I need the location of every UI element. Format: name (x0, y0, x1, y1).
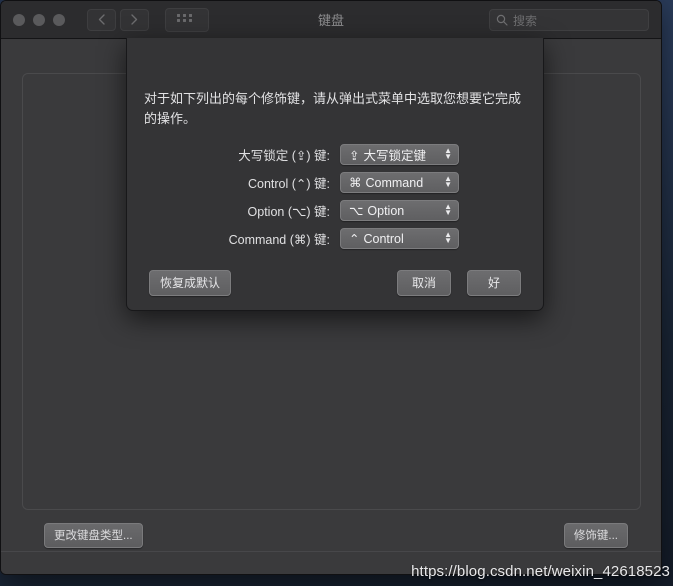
ok-button[interactable]: 好 (467, 270, 521, 296)
restore-defaults-button[interactable]: 恢复成默认 (149, 270, 232, 296)
preference-pane-content: 更改键盘类型... 修饰键... 设置蓝牙键盘... ? 对于如下列出的每个修饰… (1, 38, 661, 574)
chevron-updown-icon: ▲ ▼ (444, 230, 452, 245)
popup-value: ⌃ Control (349, 231, 404, 246)
show-all-preferences-button[interactable] (165, 7, 209, 32)
traffic-light-group (13, 13, 65, 26)
modifier-row-command: Command (⌘) 键: ⌃ Control ▲ ▼ (127, 227, 543, 249)
row-label: Option (⌥) 键: (247, 204, 330, 219)
cancel-button[interactable]: 取消 (397, 270, 451, 296)
row-label: Control (⌃) 键: (247, 176, 330, 191)
modifier-row-control: Control (⌃) 键: ⌘ Command ▲ ▼ (127, 171, 543, 193)
footer-divider (1, 551, 661, 552)
minimize-button[interactable] (33, 13, 45, 26)
sheet-footer: 恢复成默认 取消 好 (127, 262, 543, 310)
popup-value: ⇪ 大写锁定键 (349, 145, 426, 164)
chevron-right-icon (131, 14, 138, 25)
chevron-updown-icon: ▲ ▼ (444, 174, 452, 189)
modifier-keys-button[interactable]: 修饰键... (563, 523, 628, 548)
popup-value-text: Option (367, 203, 405, 218)
popup-value: ⌥ Option (349, 203, 404, 218)
forward-button[interactable] (120, 8, 149, 31)
chevron-left-icon (98, 14, 105, 25)
control-symbol-icon: ⌃ (349, 231, 360, 246)
search-icon (496, 14, 508, 26)
control-popup-button[interactable]: ⌘ Command ▲ ▼ (340, 171, 459, 193)
option-popup-button[interactable]: ⌥ Option ▲ ▼ (340, 199, 459, 221)
command-popup-button[interactable]: ⌃ Control ▲ ▼ (340, 227, 459, 249)
modifier-row-caps-lock: 大写锁定 (⇪) 键: ⇪ 大写锁定键 ▲ ▼ (127, 143, 543, 165)
row-label: Command (⌘) 键: (228, 232, 330, 247)
close-button[interactable] (13, 13, 25, 26)
modifier-keys-sheet: 对于如下列出的每个修饰键，请从弹出式菜单中选取您想要它完成的操作。 大写锁定 (… (126, 38, 544, 311)
popup-value: ⌘ Command (349, 175, 423, 190)
back-button[interactable] (87, 8, 116, 31)
option-symbol-icon: ⌥ (349, 203, 364, 218)
popup-value-text: Command (365, 175, 424, 190)
zoom-button[interactable] (53, 13, 65, 26)
watermark-text: https://blog.csdn.net/weixin_42618523 (411, 563, 670, 580)
caps-lock-popup-button[interactable]: ⇪ 大写锁定键 ▲ ▼ (340, 143, 459, 165)
sheet-description: 对于如下列出的每个修饰键，请从弹出式菜单中选取您想要它完成的操作。 (144, 91, 522, 126)
system-preferences-window: 键盘 搜索 更改键盘类型... 修饰键... 设置蓝牙键盘... ? 对于如下列… (0, 0, 662, 575)
change-keyboard-type-button[interactable]: 更改键盘类型... (44, 523, 143, 548)
command-symbol-icon: ⌘ (349, 175, 362, 190)
window-toolbar: 键盘 搜索 (1, 1, 661, 39)
popup-value-text: 大写锁定键 (363, 148, 426, 163)
row-label: 大写锁定 (⇪) 键: (238, 148, 330, 163)
search-field[interactable]: 搜索 (489, 9, 649, 31)
modifier-row-option: Option (⌥) 键: ⌥ Option ▲ ▼ (127, 199, 543, 221)
caps-lock-symbol-icon: ⇪ (349, 148, 360, 163)
search-placeholder: 搜索 (513, 13, 538, 28)
navigation-button-group (87, 8, 149, 31)
chevron-updown-icon: ▲ ▼ (444, 202, 452, 217)
chevron-updown-icon: ▲ ▼ (444, 146, 452, 161)
popup-value-text: Control (363, 231, 404, 246)
grid-icon (177, 14, 192, 22)
